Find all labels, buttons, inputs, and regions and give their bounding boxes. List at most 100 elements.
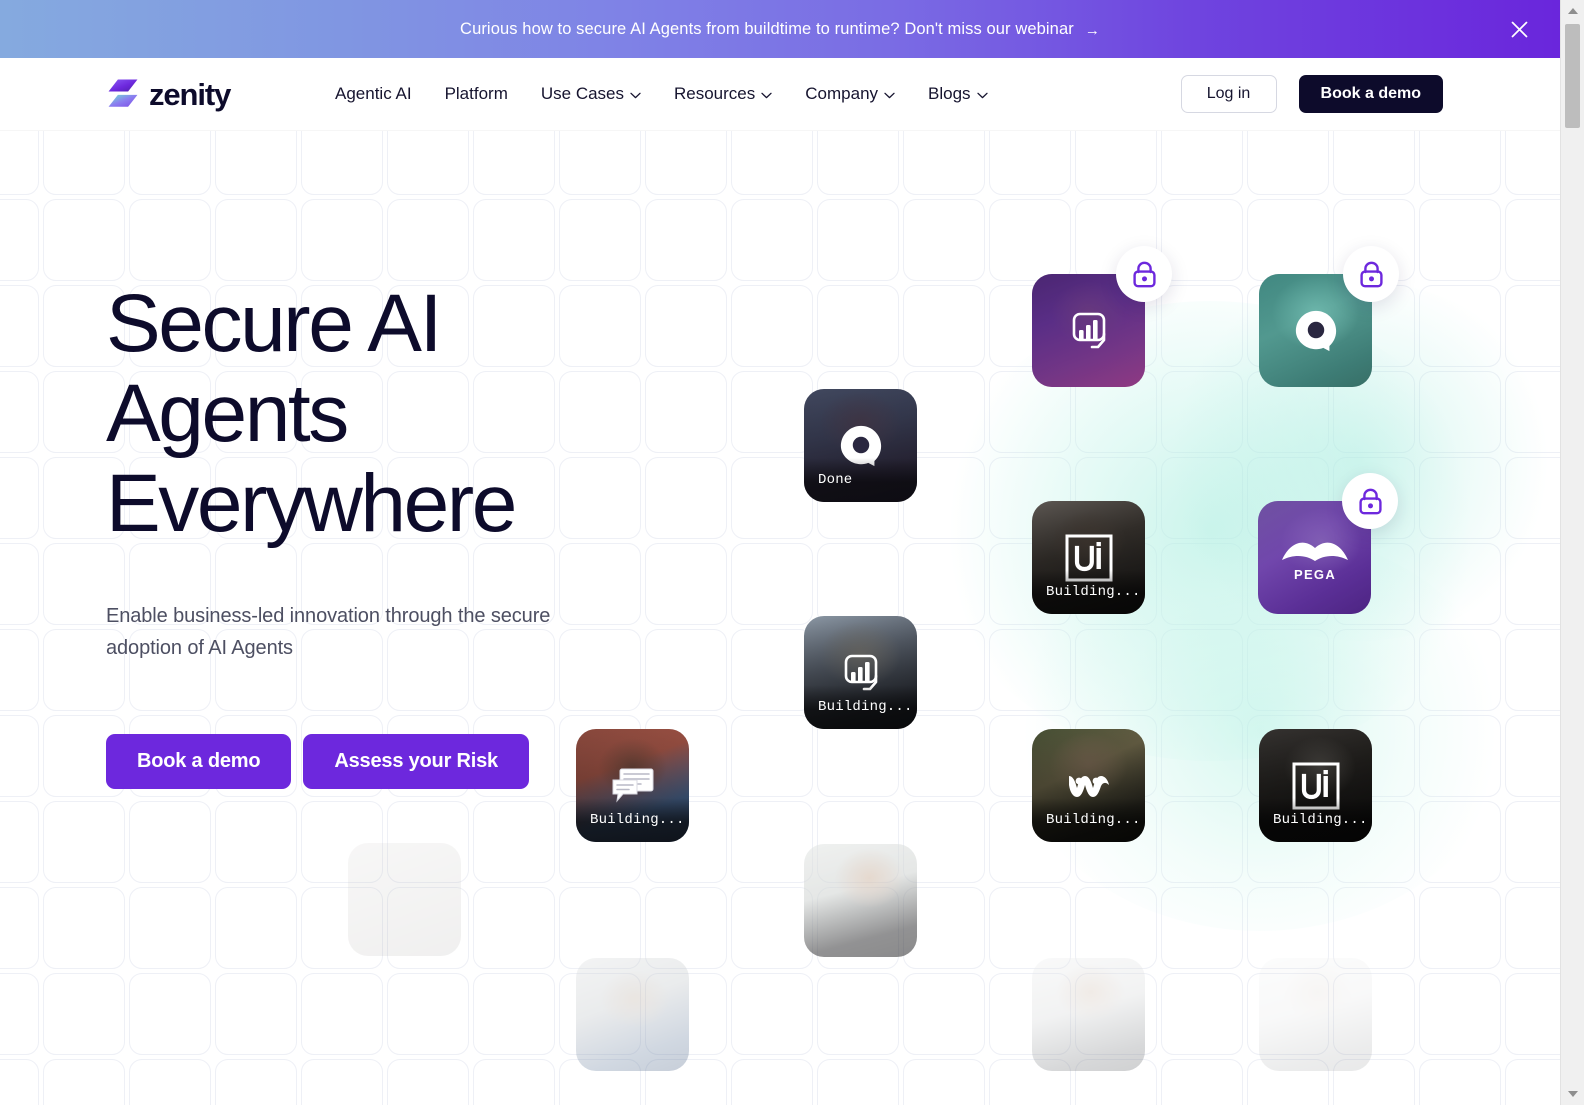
grid-cell	[0, 543, 39, 625]
nav-item-blogs[interactable]: Blogs	[928, 76, 1021, 112]
browser-scrollbar[interactable]	[1560, 0, 1584, 1105]
grid-cell	[817, 285, 899, 367]
grid-cell	[1161, 1059, 1243, 1105]
grid-cell	[731, 285, 813, 367]
announcement-banner-link[interactable]: Curious how to secure AI Agents from bui…	[460, 20, 1100, 39]
grid-cell	[1333, 887, 1415, 969]
grid-cell	[731, 371, 813, 453]
grid-cell	[989, 887, 1071, 969]
close-icon[interactable]	[1506, 16, 1532, 42]
agent-card-status: Done	[804, 458, 917, 502]
card-man-head[interactable]	[1032, 958, 1145, 1071]
announcement-banner-text: Curious how to secure AI Agents from bui…	[460, 19, 1074, 38]
grid-cell	[0, 457, 39, 539]
grid-cell	[903, 543, 985, 625]
card-faded-crowd[interactable]	[348, 843, 461, 956]
grid-cell	[0, 629, 39, 711]
grid-cell	[1505, 371, 1560, 453]
card-man-suit2[interactable]	[1259, 958, 1372, 1071]
nav-label: Agentic AI	[335, 84, 412, 103]
grid-cell	[1247, 629, 1329, 711]
grid-cell	[903, 199, 985, 281]
card-workato-build[interactable]: Building...	[1032, 729, 1145, 842]
nav-item-use-cases[interactable]: Use Cases	[541, 76, 674, 112]
grid-cell	[903, 973, 985, 1055]
grid-cell	[301, 199, 383, 281]
grid-cell	[301, 131, 383, 195]
lock-badge	[1342, 473, 1398, 529]
site-header: zenity Agentic AI Platform Use Cases Res…	[0, 58, 1560, 131]
grid-cell	[559, 131, 641, 195]
arrow-right-icon: →	[1084, 21, 1100, 39]
grid-cell	[1075, 887, 1157, 969]
agent-card-photo	[348, 843, 461, 956]
nav-item-resources[interactable]: Resources	[674, 76, 805, 112]
grid-cell	[215, 1059, 297, 1105]
svg-text:PEGA: PEGA	[1293, 567, 1335, 582]
agent-card-photo	[1259, 958, 1372, 1071]
nav-item-company[interactable]: Company	[805, 76, 928, 112]
hero-assess-risk-button[interactable]: Assess your Risk	[303, 734, 529, 789]
card-powerbi-build[interactable]: Building...	[804, 616, 917, 729]
hero-section: Secure AI Agents Everywhere Enable busin…	[0, 131, 1560, 1105]
login-button[interactable]: Log in	[1180, 75, 1277, 113]
agent-card-photo	[804, 844, 917, 957]
grid-cell	[1161, 457, 1243, 539]
card-uipath-build2[interactable]: Building...	[1259, 729, 1372, 842]
scroll-up-arrow-icon[interactable]	[1561, 0, 1584, 22]
chevron-down-icon	[761, 92, 772, 98]
agent-card-status: Building...	[1032, 570, 1145, 614]
grid-cell	[1247, 887, 1329, 969]
grid-cell	[0, 801, 39, 883]
grid-cell	[43, 801, 125, 883]
grid-cell	[215, 199, 297, 281]
nav-label: Company	[805, 84, 879, 103]
grid-cell	[215, 887, 297, 969]
grid-cell	[1419, 801, 1501, 883]
agent-card-brand: PEGA	[1276, 533, 1354, 582]
grid-cell	[43, 887, 125, 969]
grid-cell	[1419, 629, 1501, 711]
card-copilot-done[interactable]: Done	[804, 389, 917, 502]
grid-cell	[1247, 199, 1329, 281]
grid-cell	[1505, 543, 1560, 625]
grid-cell	[1419, 1059, 1501, 1105]
grid-cell	[1075, 629, 1157, 711]
grid-cell	[731, 715, 813, 797]
card-uipath-build[interactable]: Building...	[1032, 501, 1145, 614]
grid-cell	[0, 887, 39, 969]
grid-cell	[1161, 715, 1243, 797]
grid-cell	[645, 887, 727, 969]
grid-cell	[387, 131, 469, 195]
grid-cell	[43, 973, 125, 1055]
grid-cell	[0, 371, 39, 453]
lock-icon	[1132, 261, 1156, 287]
grid-cell	[1419, 973, 1501, 1055]
grid-cell	[1161, 285, 1243, 367]
scroll-down-arrow-icon[interactable]	[1561, 1083, 1584, 1105]
nav-item-agentic-ai[interactable]: Agentic AI	[335, 76, 445, 112]
grid-cell	[1505, 973, 1560, 1055]
card-man-blue[interactable]	[576, 958, 689, 1071]
agent-card-brand	[1066, 771, 1112, 800]
lock-badge	[1116, 246, 1172, 302]
grid-cell	[1419, 285, 1501, 367]
grid-cell	[1333, 629, 1415, 711]
pega-icon: PEGA	[1281, 542, 1348, 582]
grid-cell	[731, 1059, 813, 1105]
agent-card-status: Building...	[804, 685, 917, 729]
nav-item-platform[interactable]: Platform	[445, 76, 541, 112]
logo-link[interactable]: zenity	[106, 77, 231, 111]
browser-viewport: Curious how to secure AI Agents from bui…	[0, 0, 1560, 1105]
close-icon-glyph	[1511, 21, 1527, 37]
grid-cell	[473, 1059, 555, 1105]
copilot-icon	[1295, 310, 1336, 351]
hero-copy: Secure AI Agents Everywhere Enable busin…	[106, 279, 726, 789]
hero-book-demo-button[interactable]: Book a demo	[106, 734, 292, 789]
scrollbar-thumb[interactable]	[1565, 24, 1580, 128]
grid-cell	[817, 131, 899, 195]
grid-cell	[1419, 199, 1501, 281]
header-book-demo-button[interactable]: Book a demo	[1298, 75, 1443, 113]
card-woman-smile[interactable]	[804, 844, 917, 957]
grid-cell	[1419, 371, 1501, 453]
